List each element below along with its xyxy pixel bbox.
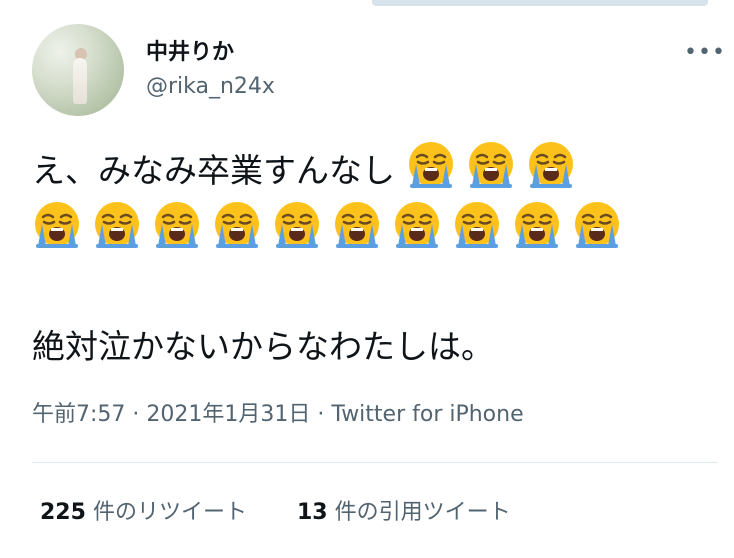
more-options-icon[interactable]: ••• [684,40,726,65]
loudly-crying-face-icon [92,200,142,250]
tweet-line-3: 絶対泣かないからなわたしは。 [32,327,494,366]
loudly-crying-face-icon [512,200,562,250]
top-bar [372,0,708,6]
quotes-stat[interactable]: 13 件の引用ツイート [297,500,511,525]
display-name[interactable]: 中井りか [146,34,234,66]
loudly-crying-face-icon [152,200,202,250]
tweet-date[interactable]: 2021年1月31日 [146,402,310,427]
meta-separator: · [317,402,325,427]
loudly-crying-face-icon [466,140,516,190]
retweets-label: 件のリツイート [92,500,247,525]
loudly-crying-face-icon [392,200,442,250]
loudly-crying-face-icon [272,200,322,250]
tweet-time[interactable]: 午前7:57 [32,402,125,427]
tweet-text: え、みなみ卒業すんなし 絶対泣かないからなわたしは。 [32,140,692,376]
user-handle[interactable]: @rika_n24x [146,74,275,99]
loudly-crying-face-icon [572,200,622,250]
emoji-row-1 [406,142,586,190]
loudly-crying-face-icon [212,200,262,250]
tweet-line-1-text: え、みなみ卒業すんなし [32,151,395,190]
tweet-stats: 225 件のリツイート 13 件の引用ツイート [40,494,511,526]
retweets-stat[interactable]: 225 件のリツイート [40,500,254,525]
quotes-label: 件の引用ツイート [334,500,511,525]
loudly-crying-face-icon [406,140,456,190]
avatar[interactable] [32,24,124,116]
loudly-crying-face-icon [526,140,576,190]
loudly-crying-face-icon [32,200,82,250]
avatar-figure-body [73,58,87,104]
retweets-count: 225 [40,500,86,525]
emoji-row-2 [32,200,692,260]
meta-separator: · [132,402,140,427]
tweet-source[interactable]: Twitter for iPhone [331,402,523,427]
loudly-crying-face-icon [332,200,382,250]
tweet-line-1: え、みなみ卒業すんなし [32,140,692,200]
loudly-crying-face-icon [452,200,502,250]
quotes-count: 13 [296,500,328,525]
divider [32,462,718,463]
tweet-meta: 午前7:57 · 2021年1月31日 · Twitter for iPhone [32,396,524,428]
